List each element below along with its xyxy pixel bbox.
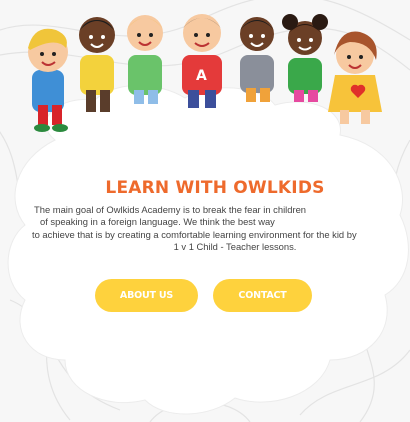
contact-button[interactable]: CONTACT xyxy=(213,279,312,312)
kid-5 xyxy=(240,17,274,102)
kid-4: A xyxy=(182,14,222,108)
kid-3 xyxy=(126,15,164,104)
kid-1 xyxy=(28,28,68,132)
description-line-3: to achieve that is by creating a comfort… xyxy=(32,228,357,240)
about-us-button[interactable]: ABOUT US xyxy=(95,279,198,312)
section-description: The main goal of Owlkids Academy is to b… xyxy=(20,204,410,254)
intro-section: LEARN WITH OWLKIDS The main goal of Owlk… xyxy=(20,170,410,254)
svg-text:A: A xyxy=(196,68,207,84)
section-title: LEARN WITH OWLKIDS xyxy=(105,178,325,198)
kids-illustration: A xyxy=(28,14,382,132)
description-line-4: 1 v 1 Child - Teacher lessons. xyxy=(173,241,297,253)
description-line-1: The main goal of Owlkids Academy is to b… xyxy=(34,204,307,215)
kid-7 xyxy=(328,31,382,124)
kid-6 xyxy=(282,14,328,102)
description-line-2: of speaking in a foreign language. We th… xyxy=(40,216,275,228)
kid-2 xyxy=(79,17,115,112)
